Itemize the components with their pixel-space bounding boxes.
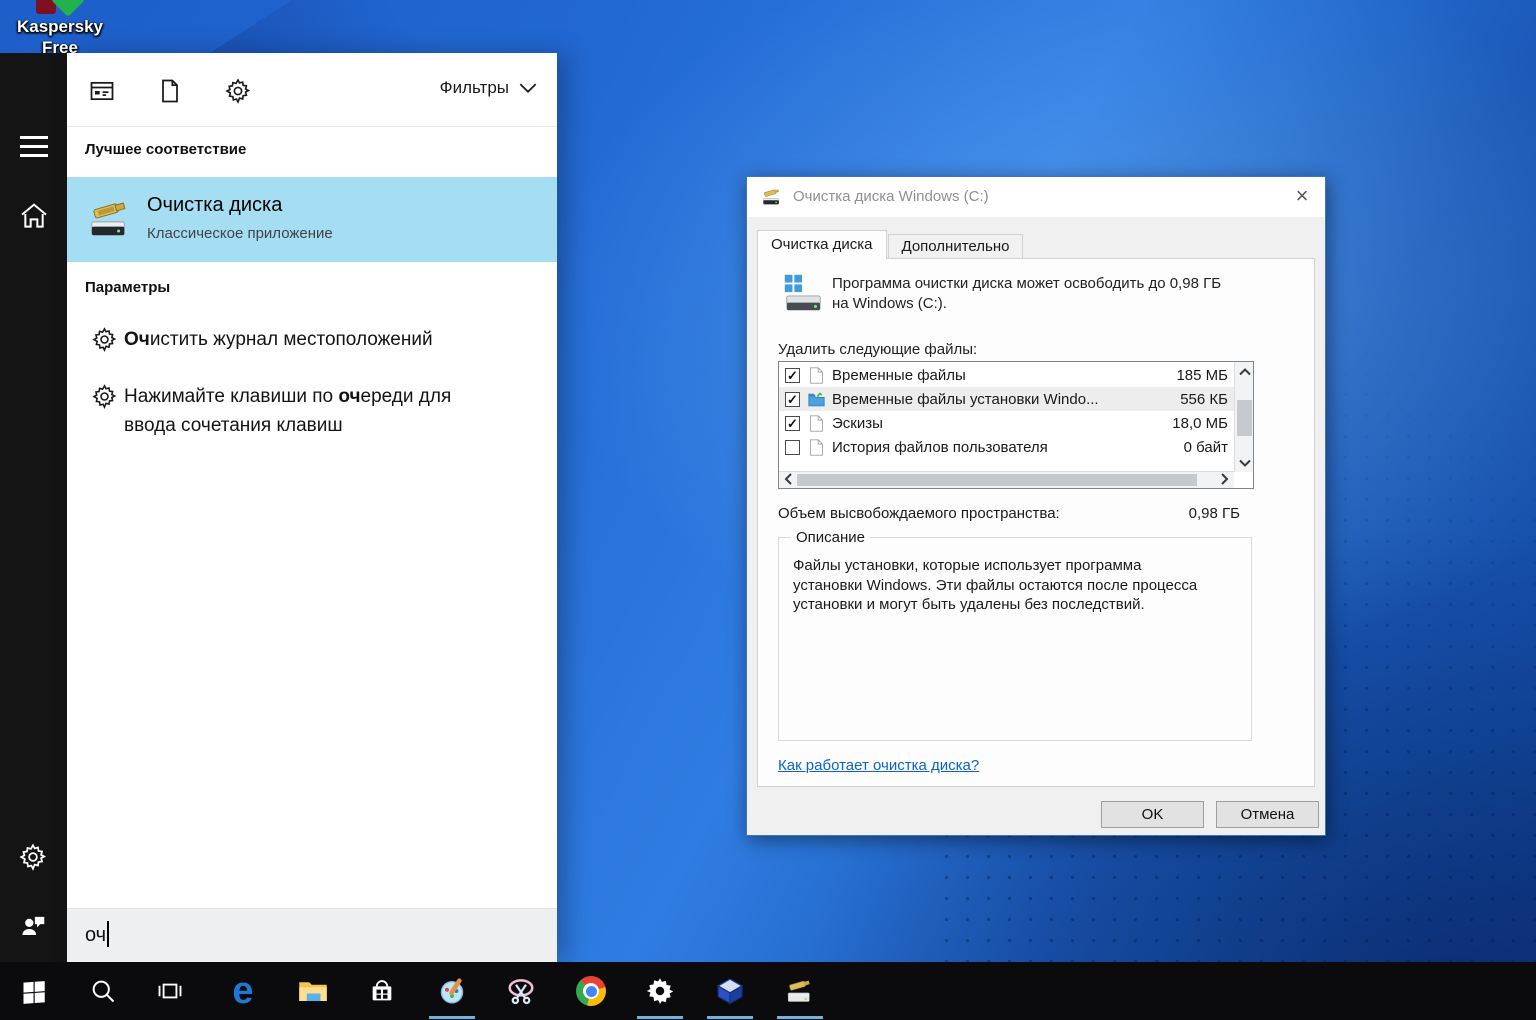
shortcut-label: Kaspersky Free bbox=[12, 16, 108, 58]
scroll-thumb[interactable] bbox=[797, 474, 1197, 486]
setup-folder-icon bbox=[808, 391, 825, 408]
search-filter-bar: Фильтры bbox=[67, 53, 557, 127]
file-icon bbox=[808, 415, 825, 432]
file-row-selected[interactable]: ✓ Временные файлы установки Windo... 556… bbox=[779, 387, 1234, 411]
tab-disk-cleanup[interactable]: Очистка диска bbox=[757, 230, 887, 259]
gear-icon bbox=[91, 383, 118, 410]
settings-gear-icon[interactable] bbox=[18, 842, 50, 874]
dialog-titlebar[interactable]: Очистка диска Windows (C:) × bbox=[747, 177, 1325, 217]
task-view-icon[interactable] bbox=[146, 962, 194, 1020]
setting-result-label: Нажимайте клавиши по очереди для ввода с… bbox=[124, 382, 451, 440]
filters-dropdown[interactable]: Фильтры bbox=[440, 78, 537, 98]
file-row[interactable]: История файлов пользователя 0 байт bbox=[779, 435, 1234, 459]
description-groupbox: Описание Файлы установки, которые исполь… bbox=[778, 537, 1252, 741]
setting-result-sticky-keys[interactable]: Нажимайте клавиши по очереди для ввода с… bbox=[67, 369, 557, 449]
gear-icon bbox=[91, 326, 118, 353]
scroll-left-icon[interactable] bbox=[780, 472, 796, 489]
taskbar: e bbox=[0, 962, 1536, 1020]
tab-more-options[interactable]: Дополнительно bbox=[888, 234, 1024, 259]
space-gained-line: Объем высвобождаемого пространства: 0,98… bbox=[778, 505, 1240, 522]
search-flyout-rail bbox=[0, 53, 67, 962]
file-row[interactable]: ✓ Временные файлы 185 МБ bbox=[779, 363, 1234, 387]
hamburger-menu-icon[interactable] bbox=[20, 136, 48, 156]
file-icon bbox=[808, 367, 825, 384]
virtualbox-icon[interactable] bbox=[706, 962, 754, 1020]
cleanup-summary-text: Программа очистки диска может освободить… bbox=[832, 274, 1221, 314]
home-icon[interactable] bbox=[18, 200, 50, 232]
filters-label: Фильтры bbox=[440, 78, 509, 98]
files-to-delete-label: Удалить следующие файлы: bbox=[778, 341, 977, 358]
settings-filter-icon[interactable] bbox=[224, 77, 252, 105]
running-indicator bbox=[637, 1016, 683, 1019]
desktop: Kaspersky Free bbox=[0, 0, 1536, 1020]
file-explorer-icon[interactable] bbox=[289, 962, 337, 1020]
scroll-up-icon[interactable] bbox=[1235, 363, 1254, 379]
best-match-title: Очистка диска bbox=[147, 194, 282, 217]
dialog-title: Очистка диска Windows (C:) bbox=[793, 177, 989, 217]
horizontal-scrollbar[interactable] bbox=[779, 471, 1234, 488]
store-icon[interactable] bbox=[358, 962, 406, 1020]
search-flyout-panel: Фильтры Лучшее соответствие Очистка bbox=[67, 53, 557, 962]
space-gained-label: Объем высвобождаемого пространства: bbox=[778, 505, 1060, 522]
checkbox-checked[interactable]: ✓ bbox=[785, 392, 800, 407]
vertical-scrollbar[interactable] bbox=[1234, 362, 1253, 472]
disk-cleanup-dialog: Очистка диска Windows (C:) × Очистка дис… bbox=[746, 176, 1326, 836]
scroll-down-icon[interactable] bbox=[1235, 455, 1254, 471]
checkbox-checked[interactable]: ✓ bbox=[785, 416, 800, 431]
space-gained-value: 0,98 ГБ bbox=[1189, 505, 1240, 522]
disk-cleanup-icon bbox=[87, 196, 133, 247]
search-query-text: оч bbox=[85, 924, 106, 946]
drive-icon bbox=[780, 271, 826, 322]
disk-cleanup-icon bbox=[761, 186, 783, 213]
chrome-icon[interactable] bbox=[567, 962, 615, 1020]
description-legend: Описание bbox=[791, 529, 870, 546]
params-header: Параметры bbox=[85, 279, 170, 296]
ok-button[interactable]: OK bbox=[1101, 801, 1204, 828]
tab-page: Программа очистки диска может освободить… bbox=[757, 258, 1315, 787]
taskbar-search-icon[interactable] bbox=[79, 962, 127, 1020]
scroll-right-icon[interactable] bbox=[1217, 472, 1233, 489]
setting-result-label: Очистить журнал местоположений bbox=[124, 325, 433, 354]
snipping-tool-icon[interactable] bbox=[497, 962, 545, 1020]
close-icon[interactable]: × bbox=[1279, 177, 1325, 217]
checkbox-unchecked[interactable] bbox=[785, 440, 800, 455]
paint-icon[interactable] bbox=[428, 962, 476, 1020]
scroll-thumb[interactable] bbox=[1237, 400, 1252, 436]
files-listbox: ✓ Временные файлы 185 МБ ✓ Временные фай… bbox=[778, 361, 1254, 489]
running-indicator bbox=[707, 1016, 753, 1019]
cancel-button[interactable]: Отмена bbox=[1216, 801, 1319, 828]
best-match-result-disk-cleanup[interactable]: Очистка диска Классическое приложение bbox=[67, 177, 557, 262]
running-indicator bbox=[429, 1016, 475, 1019]
documents-filter-icon[interactable] bbox=[156, 77, 184, 105]
checkbox-checked[interactable]: ✓ bbox=[785, 368, 800, 383]
best-match-header: Лучшее соответствие bbox=[85, 141, 246, 158]
best-match-subtitle: Классическое приложение bbox=[147, 225, 333, 242]
apps-filter-icon[interactable] bbox=[88, 77, 116, 105]
how-cleanup-works-link[interactable]: Как работает очистка диска? bbox=[778, 757, 979, 774]
file-icon bbox=[808, 439, 825, 456]
taskbar-disk-cleanup-icon[interactable] bbox=[776, 962, 824, 1020]
search-input[interactable]: оч bbox=[67, 908, 557, 962]
setting-result-clear-location-history[interactable]: Очистить журнал местоположений bbox=[67, 315, 557, 365]
desktop-shortcut-kaspersky[interactable]: Kaspersky Free bbox=[12, 0, 108, 58]
running-indicator bbox=[777, 1016, 823, 1019]
chevron-down-icon bbox=[519, 83, 537, 94]
file-row[interactable]: ✓ Эскизы 18,0 МБ bbox=[779, 411, 1234, 435]
text-caret bbox=[107, 921, 109, 947]
kaspersky-logo-icon bbox=[12, 0, 108, 16]
start-button[interactable] bbox=[10, 962, 58, 1020]
edge-icon[interactable]: e bbox=[219, 962, 267, 1020]
taskbar-settings-icon[interactable] bbox=[636, 962, 684, 1020]
description-text: Файлы установки, которые использует прог… bbox=[793, 556, 1237, 615]
feedback-icon[interactable] bbox=[18, 910, 50, 942]
dialog-tabs: Очистка диска Дополнительно bbox=[757, 231, 1023, 259]
